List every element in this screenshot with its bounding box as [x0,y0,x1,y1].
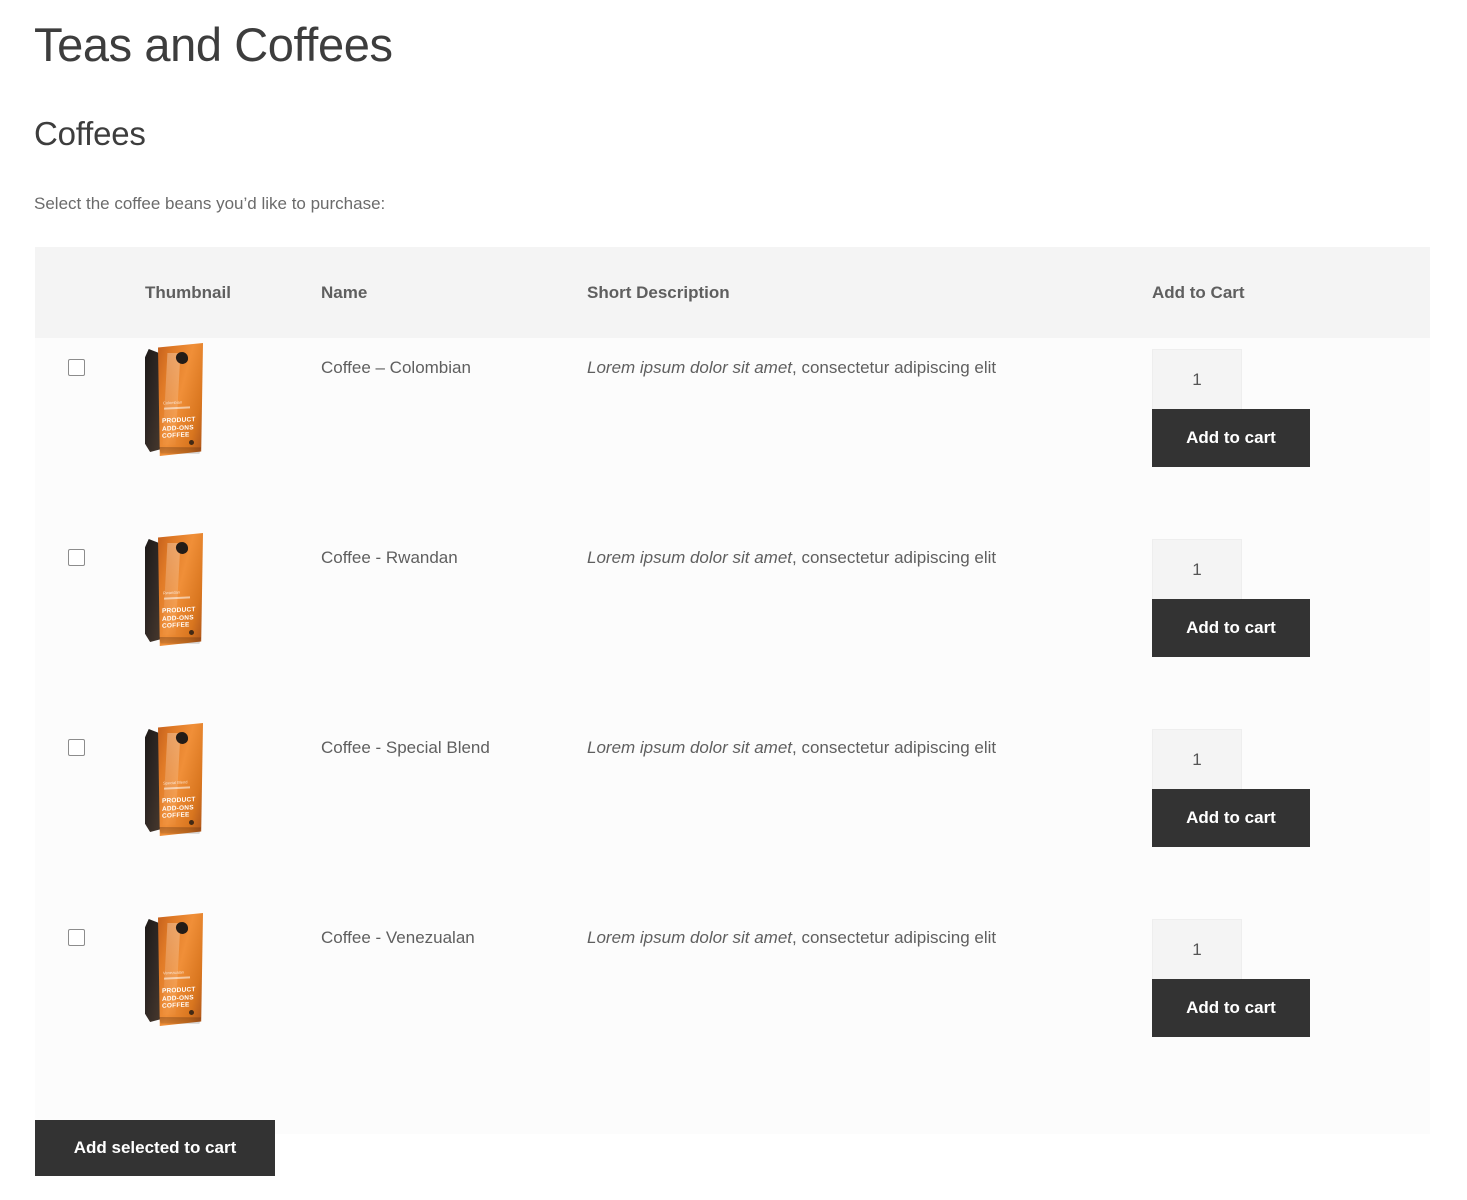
product-short-description: Lorem ipsum dolor sit amet, consectetur … [587,548,996,567]
coffee-bag-label-text: PRODUCT ADD-ONS COFFEE [162,986,196,1010]
table-row: Rwandan PRODUCT ADD-ONS COFFEE Coffee - … [35,528,1430,718]
coffee-bag-icon: Venezualan PRODUCT ADD-ONS COFFEE [145,913,203,1026]
row-add-to-cart-cell: Add to cart [1152,338,1430,528]
table-row: Special Blend PRODUCT ADD-ONS COFFEE Cof… [35,718,1430,908]
product-description-rest: , consectetur adipiscing elit [792,548,996,567]
product-short-description: Lorem ipsum dolor sit amet, consectetur … [587,738,996,757]
row-add-to-cart-cell: Add to cart [1152,908,1430,1098]
table-body: Colombian PRODUCT ADD-ONS COFFEE Coffee … [35,338,1430,1134]
section-title: Coffees [34,112,146,156]
intro-text: Select the coffee beans you’d like to pu… [34,191,385,217]
product-description-rest: , consectetur adipiscing elit [792,358,996,377]
add-to-cart-button[interactable]: Add to cart [1152,979,1310,1037]
coffee-bag-dot [189,440,194,445]
product-description-emphasis: Lorem ipsum dolor sit amet [587,738,792,757]
coffee-bag-dot [189,630,194,635]
row-select-checkbox[interactable] [68,359,85,376]
coffee-bag-label-text: PRODUCT ADD-ONS COFFEE [162,796,196,820]
product-name: Coffee - Venezualan [321,928,475,947]
add-selected-to-cart-button[interactable]: Add selected to cart [35,1120,275,1176]
coffee-bag-icon: Special Blend PRODUCT ADD-ONS COFFEE [145,723,203,836]
product-description-rest: , consectetur adipiscing elit [792,928,996,947]
coffee-bag-bottom [158,637,202,644]
row-select-cell [35,718,145,756]
product-name: Coffee – Colombian [321,358,471,377]
row-select-cell [35,338,145,376]
row-description-cell: Lorem ipsum dolor sit amet, consectetur … [587,718,1152,761]
row-select-checkbox[interactable] [68,929,85,946]
column-header-add-to-cart: Add to Cart [1152,283,1430,303]
row-name-cell: Coffee - Special Blend [321,718,587,761]
product-description-rest: , consectetur adipiscing elit [792,738,996,757]
add-to-cart-button[interactable]: Add to cart [1152,409,1310,467]
row-description-cell: Lorem ipsum dolor sit amet, consectetur … [587,528,1152,571]
row-select-cell [35,908,145,946]
product-description-emphasis: Lorem ipsum dolor sit amet [587,358,792,377]
row-select-checkbox[interactable] [68,739,85,756]
row-thumbnail-cell: Colombian PRODUCT ADD-ONS COFFEE [145,338,321,456]
product-short-description: Lorem ipsum dolor sit amet, consectetur … [587,358,996,377]
row-description-cell: Lorem ipsum dolor sit amet, consectetur … [587,908,1152,951]
coffee-bag-brand-line: Colombian [163,399,182,405]
coffee-bag-icon: Colombian PRODUCT ADD-ONS COFFEE [145,343,203,456]
row-name-cell: Coffee – Colombian [321,338,587,381]
quantity-input[interactable] [1152,919,1242,981]
table-row: Colombian PRODUCT ADD-ONS COFFEE Coffee … [35,338,1430,528]
product-description-emphasis: Lorem ipsum dolor sit amet [587,548,792,567]
row-select-cell [35,528,145,566]
page-root: Teas and Coffees Coffees Select the coff… [0,0,1467,1200]
row-name-cell: Coffee - Venezualan [321,908,587,951]
row-thumbnail-cell: Rwandan PRODUCT ADD-ONS COFFEE [145,528,321,646]
row-add-to-cart-cell: Add to cart [1152,718,1430,908]
quantity-input[interactable] [1152,349,1242,411]
product-name: Coffee - Rwandan [321,548,458,567]
product-description-emphasis: Lorem ipsum dolor sit amet [587,928,792,947]
page-title: Teas and Coffees [34,16,393,74]
products-table: Thumbnail Name Short Description Add to … [35,247,1430,1134]
coffee-bag-bottom [158,1017,202,1024]
coffee-bag-bottom [158,827,202,834]
coffee-bag-icon: Rwandan PRODUCT ADD-ONS COFFEE [145,533,203,646]
table-row: Venezualan PRODUCT ADD-ONS COFFEE Coffee… [35,908,1430,1098]
coffee-bag-dot [189,1010,194,1015]
quantity-input[interactable] [1152,539,1242,601]
add-to-cart-button[interactable]: Add to cart [1152,599,1310,657]
add-to-cart-button[interactable]: Add to cart [1152,789,1310,847]
table-header-row: Thumbnail Name Short Description Add to … [35,247,1430,338]
row-name-cell: Coffee - Rwandan [321,528,587,571]
coffee-bag-dot [189,820,194,825]
coffee-bag-label-text: PRODUCT ADD-ONS COFFEE [162,416,196,440]
row-thumbnail-cell: Venezualan PRODUCT ADD-ONS COFFEE [145,908,321,1026]
row-add-to-cart-cell: Add to cart [1152,528,1430,718]
column-header-name: Name [321,283,587,303]
coffee-bag-brand-line: Rwandan [163,590,180,596]
row-description-cell: Lorem ipsum dolor sit amet, consectetur … [587,338,1152,381]
coffee-bag-bottom [158,447,202,454]
row-select-checkbox[interactable] [68,549,85,566]
product-name: Coffee - Special Blend [321,738,490,757]
column-header-short-description: Short Description [587,283,1152,303]
row-thumbnail-cell: Special Blend PRODUCT ADD-ONS COFFEE [145,718,321,836]
column-header-thumbnail: Thumbnail [145,283,321,303]
coffee-bag-label-text: PRODUCT ADD-ONS COFFEE [162,606,196,630]
product-short-description: Lorem ipsum dolor sit amet, consectetur … [587,928,996,947]
quantity-input[interactable] [1152,729,1242,791]
